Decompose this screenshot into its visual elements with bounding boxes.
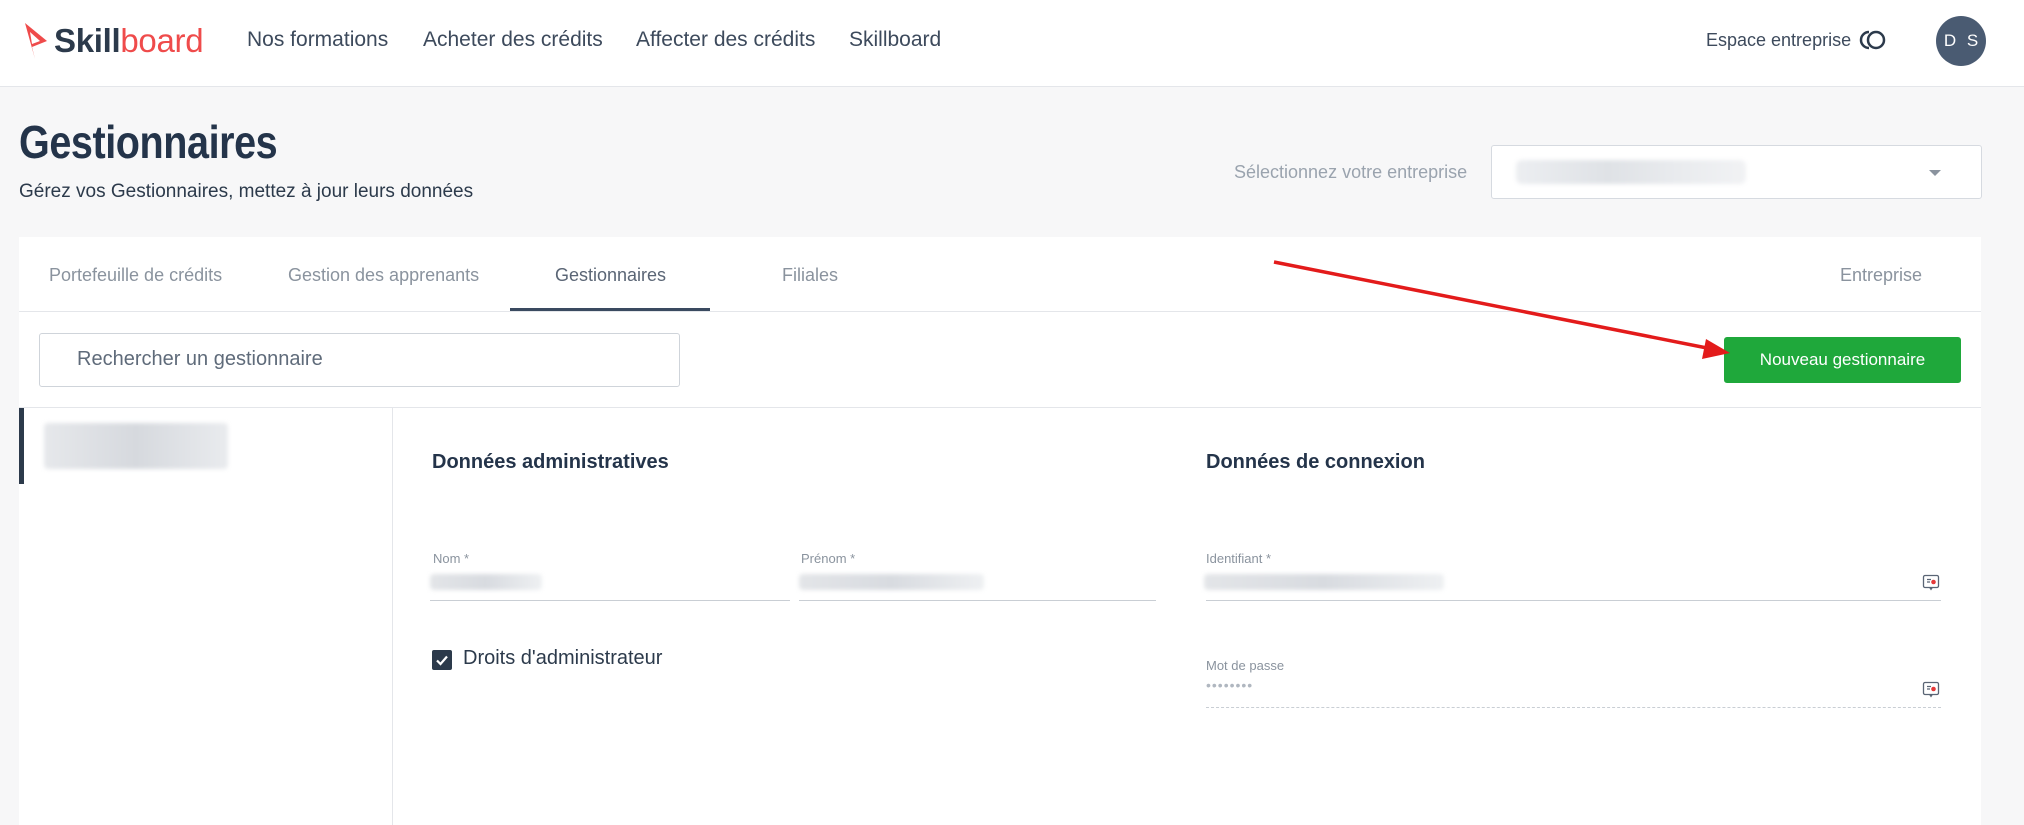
top-navbar: Skillboard Nos formations Acheter des cr… <box>0 0 2024 87</box>
login-section-title: Données de connexion <box>1206 451 1425 473</box>
password-value: •••••••• <box>1206 677 1254 693</box>
search-input[interactable]: Rechercher un gestionnaire <box>39 333 680 387</box>
prenom-value-redacted <box>799 574 984 590</box>
nav-skillboard[interactable]: Skillboard <box>849 28 941 52</box>
prenom-field[interactable] <box>799 600 1156 601</box>
nav-acheter-credits[interactable]: Acheter des crédits <box>423 28 603 52</box>
user-avatar[interactable]: D S <box>1936 16 1986 66</box>
company-select-value-redacted <box>1516 160 1746 184</box>
logo-text: Skillboard <box>54 22 204 59</box>
logo-play-icon <box>25 23 47 59</box>
nav-affecter-credits[interactable]: Affecter des crédits <box>636 28 815 52</box>
prenom-label: Prénom * <box>801 551 856 566</box>
tab-portefeuille-credits[interactable]: Portefeuille de crédits <box>49 265 222 286</box>
tab-filiales[interactable]: Filiales <box>782 265 838 286</box>
identifiant-label: Identifiant * <box>1206 551 1272 566</box>
admin-rights-checkbox[interactable] <box>432 650 452 670</box>
tab-entreprise[interactable]: Entreprise <box>1840 265 1922 286</box>
password-label: Mot de passe <box>1206 658 1285 673</box>
tab-gestion-apprenants[interactable]: Gestion des apprenants <box>288 265 479 286</box>
chevron-down-icon <box>1929 170 1941 176</box>
password-field[interactable] <box>1206 707 1941 708</box>
list-item[interactable] <box>19 408 393 484</box>
identifiant-field[interactable] <box>1206 600 1941 601</box>
page-subtitle: Gérez vos Gestionnaires, mettez à jour l… <box>19 181 474 202</box>
check-icon <box>436 655 448 666</box>
espace-entreprise-label: Espace entreprise <box>1706 30 1852 50</box>
company-select-label: Sélectionnez votre entreprise <box>1234 162 1468 182</box>
tabs-bar: Portefeuille de crédits Gestion des appr… <box>19 237 1981 312</box>
skillboard-logo[interactable]: Skillboard <box>22 21 204 61</box>
nom-field[interactable] <box>430 600 790 601</box>
manager-list-panel <box>19 408 393 825</box>
page-title: Gestionnaires <box>19 116 278 168</box>
espace-toggle-icon[interactable] <box>1858 29 1888 51</box>
nom-label: Nom * <box>433 551 470 566</box>
active-tab-indicator <box>510 308 710 311</box>
manager-name-redacted <box>44 423 228 469</box>
keychain-icon[interactable] <box>1922 681 1940 699</box>
keychain-icon[interactable] <box>1922 574 1940 592</box>
identifiant-value-redacted <box>1204 574 1444 590</box>
new-manager-button[interactable]: Nouveau gestionnaire <box>1724 337 1961 383</box>
nom-value-redacted <box>430 574 542 590</box>
company-select[interactable] <box>1491 145 1982 199</box>
tab-gestionnaires[interactable]: Gestionnaires <box>555 265 666 286</box>
nav-nos-formations[interactable]: Nos formations <box>247 28 388 52</box>
main-card: Portefeuille de crédits Gestion des appr… <box>19 237 1981 825</box>
search-placeholder: Rechercher un gestionnaire <box>77 348 323 370</box>
admin-section-title: Données administratives <box>432 451 669 473</box>
admin-rights-label[interactable]: Droits d'administrateur <box>463 647 662 670</box>
